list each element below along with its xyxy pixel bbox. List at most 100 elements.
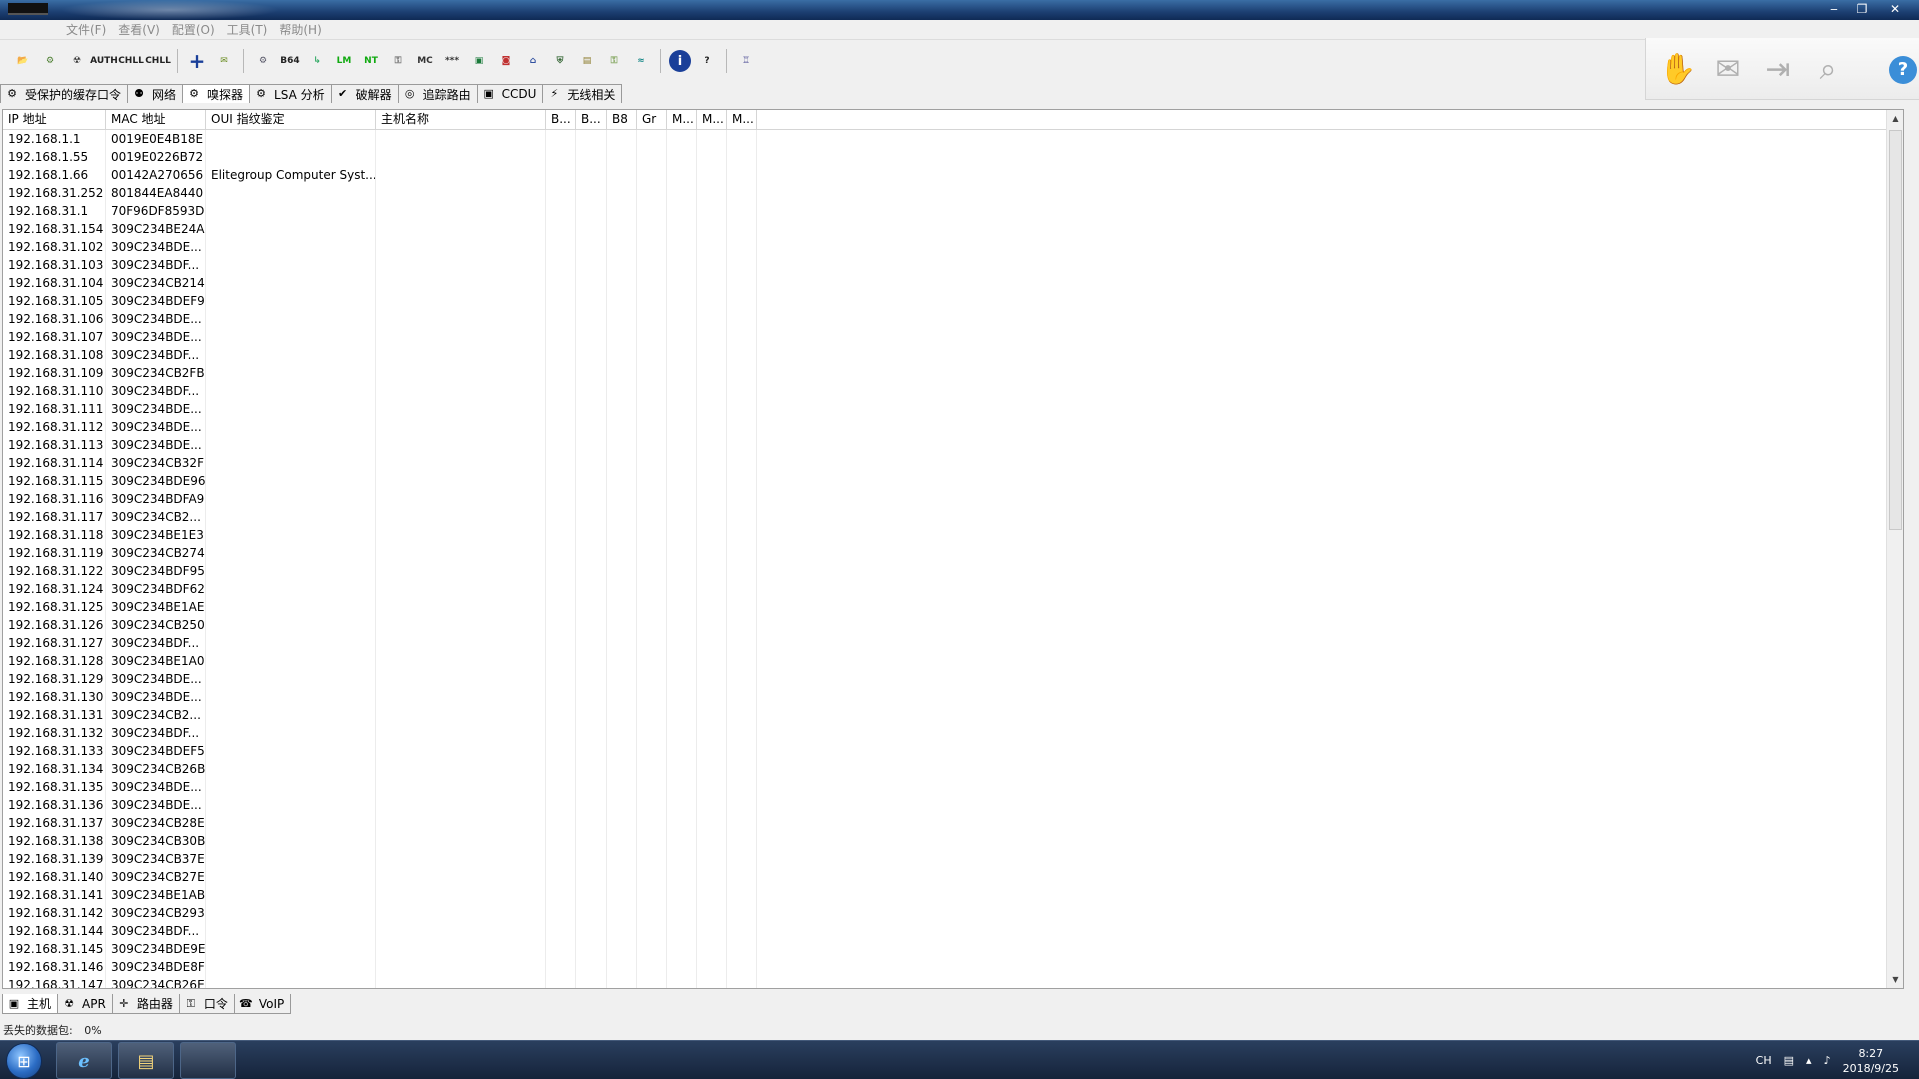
tab-top-1[interactable]: ⚉ 网络 [127, 84, 184, 103]
password-stars-icon[interactable]: *** [441, 50, 463, 72]
lock-icon[interactable]: ⚿ [603, 50, 625, 72]
mac-icon[interactable]: MC [414, 50, 436, 72]
file-explorer-icon[interactable]: ▤ [118, 1042, 174, 1079]
table-row[interactable]: 192.168.31.131 309C234CB2... [3, 706, 1903, 724]
tab-top-5[interactable]: ◎ 追踪路由 [397, 84, 478, 103]
table-row[interactable]: 192.168.31.104 309C234CB214 [3, 274, 1903, 292]
active-app-task[interactable] [180, 1042, 236, 1079]
apr-icon[interactable]: ☢ [66, 50, 88, 72]
tool-icon[interactable]: ♖ [735, 50, 757, 72]
table-row[interactable]: 192.168.31.147 309C234CB26E [3, 976, 1903, 988]
column-oui[interactable]: OUI 指纹鉴定 [206, 110, 376, 129]
network-tray-icon[interactable]: ▤ [1784, 1054, 1794, 1067]
hand-icon[interactable]: ✋ [1658, 50, 1698, 90]
close-button[interactable]: ✕ [1877, 1, 1913, 17]
language-indicator[interactable]: CH [1756, 1054, 1772, 1067]
wifi-icon[interactable]: ≈ [630, 50, 652, 72]
table-row[interactable]: 192.168.31.103 309C234BDF... [3, 256, 1903, 274]
table-row[interactable]: 192.168.1.55 0019E0226B72 [3, 148, 1903, 166]
sniffer-icon[interactable]: ⚙ [39, 50, 61, 72]
table-row[interactable]: 192.168.31.134 309C234CB26B [3, 760, 1903, 778]
wireless-icon[interactable]: ⌂ [522, 50, 544, 72]
disk-icon[interactable]: ◙ [495, 50, 517, 72]
tray-expand-icon[interactable]: ▴ [1806, 1054, 1812, 1067]
table-row[interactable]: 192.168.31.102 309C234BDE... [3, 238, 1903, 256]
shield-icon[interactable]: ⛨ [549, 50, 571, 72]
menu-tools[interactable]: 工具(T) [221, 20, 274, 40]
certificate-icon[interactable]: ✉ [213, 50, 235, 72]
tab-bottom-1[interactable]: ☢ APR [57, 994, 113, 1014]
column-mac[interactable]: MAC 地址 [106, 110, 206, 129]
monitor-icon[interactable]: ▣ [468, 50, 490, 72]
base64-icon[interactable]: B64 [279, 50, 301, 72]
table-row[interactable]: 192.168.31.119 309C234CB274 [3, 544, 1903, 562]
table-row[interactable]: 192.168.31.106 309C234BDE... [3, 310, 1903, 328]
open-icon[interactable]: 📂 [12, 50, 34, 72]
table-row[interactable]: 192.168.31.140 309C234CB27E [3, 868, 1903, 886]
auth-icon[interactable]: AUTH [90, 50, 118, 72]
tab-top-2[interactable]: ⚙ 嗅探器 [182, 84, 251, 103]
table-row[interactable]: 192.168.1.66 00142A270656 Elitegroup Compu… [3, 166, 1903, 184]
table-row[interactable]: 192.168.31.146 309C234BDE8F [3, 958, 1903, 976]
tab-bottom-0[interactable]: ▣ 主机 [2, 994, 59, 1014]
table-row[interactable]: 192.168.31.136 309C234BDE... [3, 796, 1903, 814]
table-row[interactable]: 192.168.31.124 309C234BDF62 [3, 580, 1903, 598]
tab-top-3[interactable]: ⚙ LSA 分析 [249, 84, 332, 103]
table-row[interactable]: 192.168.31.110 309C234BDF... [3, 382, 1903, 400]
table-row[interactable]: 192.168.31.109 309C234CB2FB [3, 364, 1903, 382]
start-button[interactable]: ⊞ [6, 1043, 42, 1079]
chll-spoof-ntlm-icon[interactable]: CHLL [145, 50, 171, 72]
table-row[interactable]: 192.168.31.144 309C234BDF... [3, 922, 1903, 940]
minimize-button[interactable]: ‒ [1821, 1, 1847, 17]
chll-spoof-reset-icon[interactable]: CHLL [118, 50, 144, 72]
tab-top-4[interactable]: ✔ 破解器 [330, 84, 399, 103]
table-row[interactable]: 192.168.31.107 309C234BDE... [3, 328, 1903, 346]
table-row[interactable]: 192.168.31.122 309C234BDF95 [3, 562, 1903, 580]
volume-icon[interactable]: ♪ [1824, 1054, 1831, 1067]
ntlm-hash-icon[interactable]: NT [360, 50, 382, 72]
table-row[interactable]: 192.168.31.137 309C234CB28E [3, 814, 1903, 832]
table-row[interactable]: 192.168.31.135 309C234BDE... [3, 778, 1903, 796]
table-row[interactable]: 192.168.31.117 309C234CB2... [3, 508, 1903, 526]
table-row[interactable]: 192.168.31.154 309C234BE24A [3, 220, 1903, 238]
table-row[interactable]: 192.168.1.1 0019E0E4B18E [3, 130, 1903, 148]
column-m2[interactable]: M... [697, 110, 727, 129]
table-row[interactable]: 192.168.31.125 309C234BE1AE [3, 598, 1903, 616]
tab-top-7[interactable]: ⚡ 无线相关 [542, 84, 623, 103]
column-b2[interactable]: B... [576, 110, 607, 129]
info-icon[interactable]: i [669, 50, 691, 72]
table-row[interactable]: 192.168.31.130 309C234BDE... [3, 688, 1903, 706]
table-row[interactable]: 192.168.31.142 309C234CB293 [3, 904, 1903, 922]
table-row[interactable]: 192.168.31.145 309C234BDE9E [3, 940, 1903, 958]
table-row[interactable]: 192.168.31.118 309C234BE1E3 [3, 526, 1903, 544]
menu-help[interactable]: 帮助(H) [273, 20, 327, 40]
table-row[interactable]: 192.168.31.127 309C234BDF... [3, 634, 1903, 652]
internet-explorer-icon[interactable]: e [56, 1042, 112, 1079]
scroll-up-icon[interactable]: ▲ [1887, 110, 1903, 127]
table-row[interactable]: 192.168.31.252 801844EA8440 [3, 184, 1903, 202]
table-row[interactable]: 192.168.31.128 309C234BE1A0 [3, 652, 1903, 670]
tab-bottom-4[interactable]: ☎ VoIP [233, 994, 292, 1014]
help-question-icon[interactable]: ? [696, 50, 718, 72]
column-b1[interactable]: B... [546, 110, 576, 129]
tab-top-6[interactable]: ▣ CCDU [476, 84, 544, 103]
table-row[interactable]: 192.168.31.116 309C234BDFA9 [3, 490, 1903, 508]
table-row[interactable]: 192.168.31.113 309C234BDE... [3, 436, 1903, 454]
table-row[interactable]: 192.168.31.133 309C234BDEF5 [3, 742, 1903, 760]
column-m3[interactable]: M... [727, 110, 757, 129]
menu-file[interactable]: 文件(F) [60, 20, 112, 40]
column-b8[interactable]: B8 [607, 110, 637, 129]
clock[interactable]: 8:27 2018/9/25 [1843, 1046, 1899, 1076]
table-row[interactable]: 192.168.31.115 309C234BDE96 [3, 472, 1903, 490]
table-row[interactable]: 192.168.31.114 309C234CB32F [3, 454, 1903, 472]
table-row[interactable]: 192.168.31.108 309C234BDF... [3, 346, 1903, 364]
menu-config[interactable]: 配置(O) [166, 20, 221, 40]
column-m1[interactable]: M... [667, 110, 697, 129]
table-row[interactable]: 192.168.31.105 309C234BDEF9 [3, 292, 1903, 310]
menu-view[interactable]: 查看(V) [112, 20, 166, 40]
help-icon[interactable]: ? [1889, 56, 1917, 84]
zoom-icon[interactable]: ⌕ [1808, 50, 1848, 90]
lm-hash-icon[interactable]: LM [333, 50, 355, 72]
tab-top-0[interactable]: ⚙ 受保护的缓存口令 [0, 84, 129, 103]
comment-icon[interactable]: ✉ [1708, 50, 1748, 90]
